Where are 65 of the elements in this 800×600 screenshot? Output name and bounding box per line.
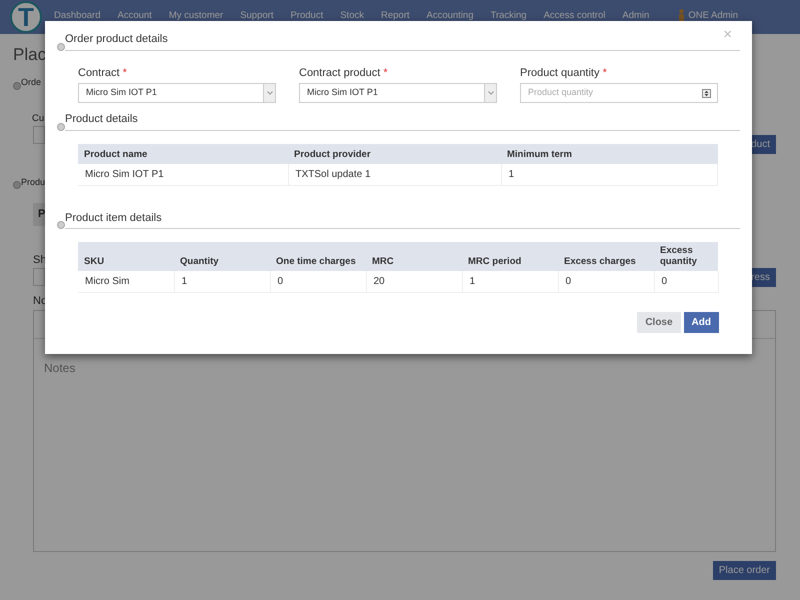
table-cell: 20: [366, 270, 462, 292]
column-header: Minimum term: [501, 144, 718, 164]
section-title: Orde: [21, 76, 42, 89]
text-field[interactable]: [33, 268, 45, 286]
nav-link[interactable]: Tracking: [490, 9, 527, 24]
section-title: Product details: [65, 111, 740, 130]
table-cell: Micro Sim IOT P1: [78, 164, 288, 185]
close-button[interactable]: Close: [637, 312, 681, 333]
table-cell: 0: [654, 270, 718, 292]
column-header: Product provider: [288, 144, 501, 164]
collapse-icon[interactable]: [57, 122, 65, 130]
column-header: SKU: [78, 242, 174, 271]
text-field[interactable]: [33, 126, 45, 144]
caret-icon: [488, 91, 494, 95]
section-title: Product item details: [65, 210, 740, 229]
collapse-icon[interactable]: [57, 221, 65, 229]
caret-icon: [266, 91, 272, 95]
nav-link[interactable]: My customer: [168, 9, 224, 24]
required-mark: *: [122, 66, 127, 78]
table-cell: 1: [501, 164, 718, 185]
column-header: Quantity: [174, 242, 270, 271]
field-label: Product quantity: [520, 66, 600, 78]
page-title: Plac: [13, 45, 46, 64]
table-cell: 0: [270, 270, 366, 292]
nav-link[interactable]: Dashboard: [54, 9, 100, 24]
number-field[interactable]: Product quantity: [520, 83, 718, 103]
add-button[interactable]: Add: [684, 312, 719, 333]
table-cell: Micro Sim: [78, 270, 174, 292]
user-name[interactable]: ONE Admin: [688, 9, 738, 24]
user-icon: [678, 9, 686, 21]
column-header: Excess charges: [558, 242, 654, 271]
column-header: One time charges: [270, 242, 366, 271]
column-header: Product name: [78, 144, 288, 164]
nav-link[interactable]: Account: [117, 9, 152, 24]
column-header: Excess quantity: [654, 242, 718, 271]
collapse-icon[interactable]: [57, 42, 65, 50]
collapse-icon[interactable]: [13, 82, 21, 90]
table-cell: 1: [462, 270, 558, 292]
nav-link[interactable]: Admin: [622, 9, 650, 24]
place-order-button[interactable]: Place order: [712, 560, 776, 580]
required-mark: *: [602, 66, 607, 78]
collapse-icon[interactable]: [13, 181, 21, 190]
nav-link[interactable]: Stock: [340, 9, 364, 24]
field-label: Contract product: [299, 66, 380, 78]
required-mark: *: [383, 66, 388, 78]
nav-link[interactable]: Accounting: [426, 9, 474, 24]
field-label: Contract: [78, 66, 120, 78]
nav-link[interactable]: Access control: [544, 9, 606, 24]
table-cell: TXTSol update 1: [288, 164, 501, 185]
table-cell: 1: [174, 270, 270, 292]
nav-link[interactable]: Report: [380, 9, 410, 24]
nav-link[interactable]: Product: [290, 9, 324, 24]
section-title: Produ: [21, 176, 46, 189]
select-field[interactable]: Micro Sim IOT P1: [299, 83, 497, 103]
column-header: MRC: [366, 242, 462, 271]
select-field[interactable]: Micro Sim IOT P1: [78, 83, 276, 103]
close-button[interactable]: ×: [723, 27, 732, 42]
nav-link[interactable]: Support: [240, 9, 274, 24]
table-cell: 0: [558, 270, 654, 292]
table-header: P: [33, 203, 45, 226]
logo: T: [10, 1, 42, 33]
notes-placeholder: Notes: [44, 360, 76, 377]
spinner-icon[interactable]: [702, 88, 711, 98]
field-label: Cu: [32, 112, 44, 126]
column-header: MRC period: [462, 242, 558, 271]
